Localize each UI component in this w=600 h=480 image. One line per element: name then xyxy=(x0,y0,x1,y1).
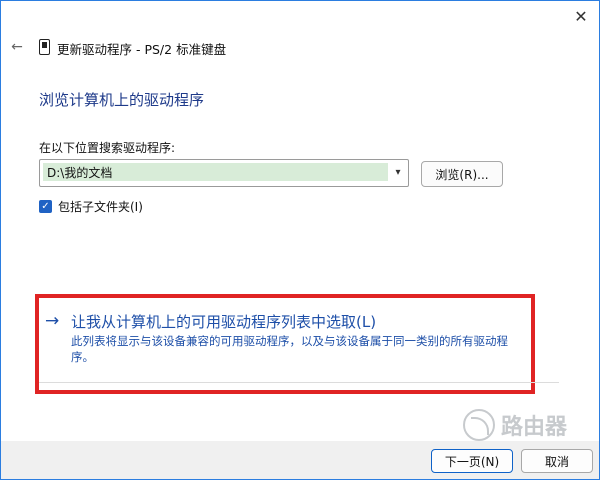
path-input[interactable] xyxy=(43,163,388,181)
close-icon: ✕ xyxy=(574,6,588,26)
arrow-right-icon: → xyxy=(45,311,60,331)
content-panel: 浏览计算机上的驱动程序 在以下位置搜索驱动程序: ▾ 浏览(R)... ✓ 包括… xyxy=(1,65,599,441)
footer-bar: 下一页(N) 取消 xyxy=(1,441,599,479)
dialog-window: ✕ ← 更新驱动程序 - PS/2 标准键盘 浏览计算机上的驱动程序 在以下位置… xyxy=(0,0,600,480)
nav-bar: ← 更新驱动程序 - PS/2 标准键盘 xyxy=(1,31,599,65)
browse-button[interactable]: 浏览(R)... xyxy=(421,161,503,187)
next-button[interactable]: 下一页(N) xyxy=(431,449,513,473)
cancel-button[interactable]: 取消 xyxy=(521,449,593,473)
close-button[interactable]: ✕ xyxy=(569,5,593,27)
path-combobox[interactable]: ▾ xyxy=(39,159,409,187)
back-button[interactable]: ← xyxy=(9,39,25,55)
device-icon xyxy=(39,39,50,55)
search-location-label: 在以下位置搜索驱动程序: xyxy=(39,141,176,155)
arrow-left-icon: ← xyxy=(11,39,23,55)
pick-from-list-description: 此列表将显示与该设备兼容的可用驱动程序，以及与该设备属于同一类别的所有驱动程序。 xyxy=(71,334,508,364)
pick-from-list-link[interactable]: → 让我从计算机上的可用驱动程序列表中选取(L) 此列表将显示与该设备兼容的可用… xyxy=(45,311,515,371)
include-subfolders-row[interactable]: ✓ 包括子文件夹(I) xyxy=(39,198,143,214)
window-title: 更新驱动程序 - PS/2 标准键盘 xyxy=(57,42,227,57)
divider xyxy=(39,382,559,383)
include-subfolders-checkbox[interactable]: ✓ xyxy=(39,199,52,213)
title-bar: ✕ xyxy=(1,1,599,31)
pick-from-list-title[interactable]: 让我从计算机上的可用驱动程序列表中选取(L) xyxy=(71,311,376,332)
include-subfolders-label: 包括子文件夹(I) xyxy=(58,199,143,214)
page-title: 浏览计算机上的驱动程序 xyxy=(39,91,205,109)
chevron-down-icon[interactable]: ▾ xyxy=(391,164,405,180)
checkmark-icon: ✓ xyxy=(41,200,50,212)
